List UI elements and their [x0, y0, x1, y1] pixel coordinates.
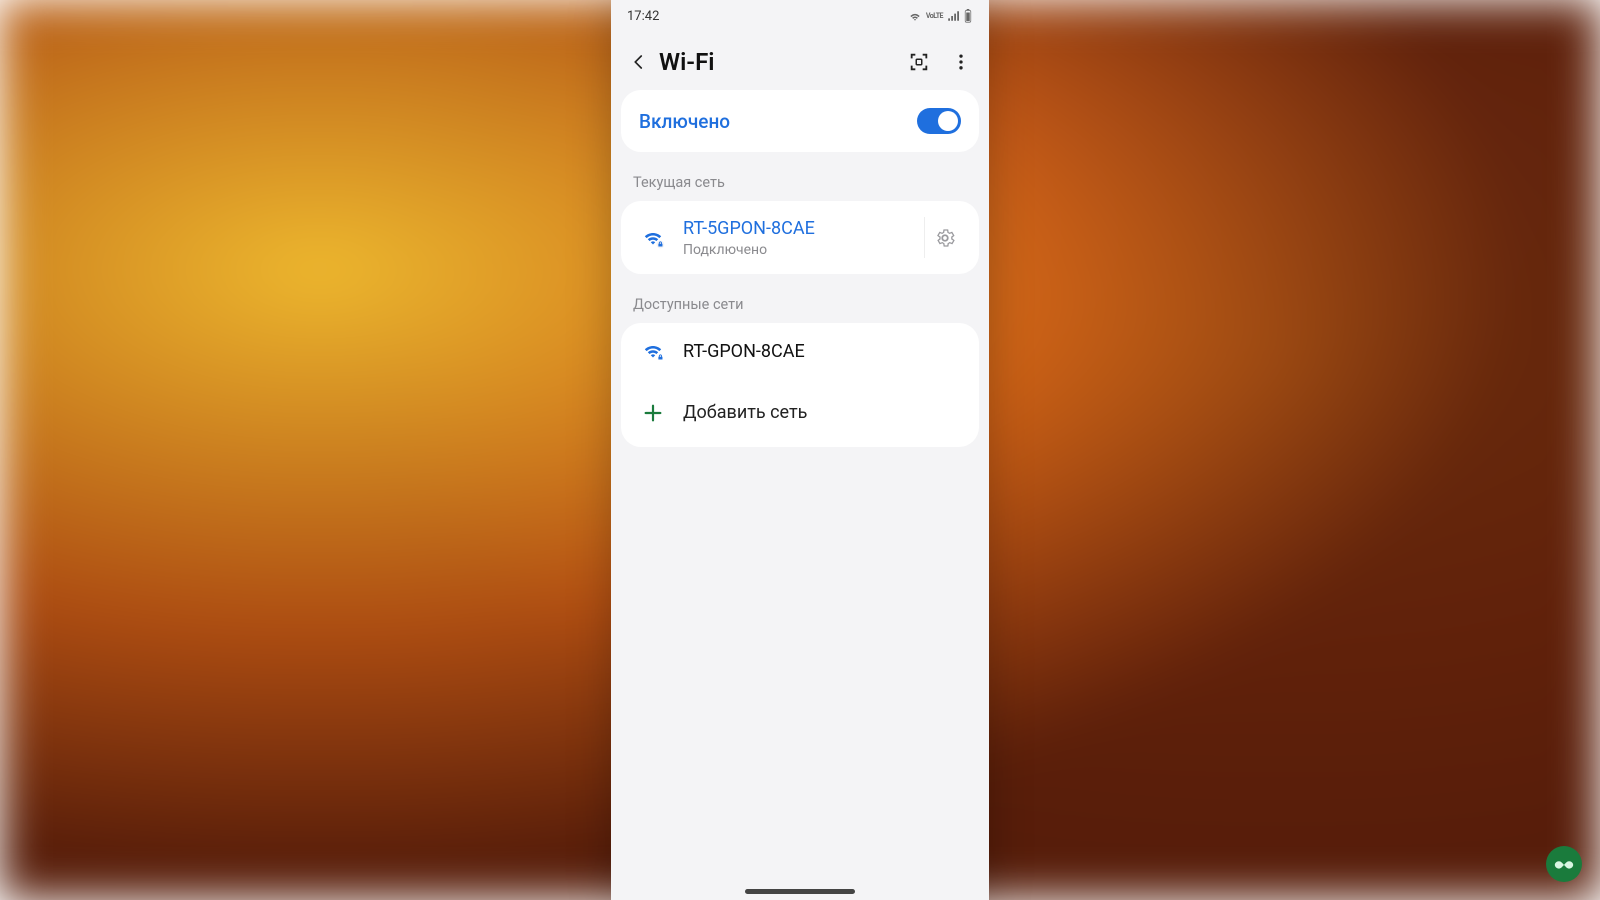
wifi-toggle-label: Включено	[639, 110, 730, 133]
available-network-ssid: RT-GPON-8CAE	[683, 340, 965, 363]
header: Wi-Fi	[611, 30, 989, 90]
wifi-secure-icon	[635, 339, 671, 363]
battery-status-icon	[963, 9, 973, 23]
qr-scan-button[interactable]	[907, 50, 931, 74]
page-title: Wi-Fi	[659, 48, 907, 76]
status-indicators: VoLTE	[908, 9, 973, 23]
gear-icon	[934, 227, 956, 249]
plus-icon	[635, 402, 671, 424]
current-network-card: RT-5GPON-8CAE Подключено	[621, 201, 979, 274]
wifi-status-icon	[908, 10, 922, 22]
more-options-button[interactable]	[949, 50, 973, 74]
network-settings-button[interactable]	[924, 217, 965, 258]
wifi-toggle-switch[interactable]	[917, 108, 961, 134]
signal-status-icon	[947, 10, 959, 22]
more-vertical-icon	[951, 52, 971, 72]
add-network-label: Добавить сеть	[683, 401, 965, 424]
status-bar: 17:42 VoLTE	[611, 0, 989, 30]
status-time: 17:42	[627, 9, 659, 24]
current-network-section-label: Текущая сеть	[633, 174, 967, 191]
available-networks-card: RT-GPON-8CAE Добавить сеть	[621, 323, 979, 446]
available-networks-section-label: Доступные сети	[633, 296, 967, 313]
chevron-left-icon	[630, 53, 648, 71]
gesture-bar[interactable]	[745, 889, 855, 894]
add-network-row[interactable]: Добавить сеть	[621, 379, 979, 446]
current-network-row[interactable]: RT-5GPON-8CAE Подключено	[621, 201, 979, 274]
available-network-row[interactable]: RT-GPON-8CAE	[621, 323, 979, 379]
floating-app-badge[interactable]	[1546, 846, 1582, 882]
current-network-ssid: RT-5GPON-8CAE	[683, 217, 924, 240]
infinity-icon	[1553, 853, 1575, 875]
phone-frame: 17:42 VoLTE Wi-Fi	[611, 0, 989, 900]
wifi-toggle-row[interactable]: Включено	[621, 90, 979, 152]
back-button[interactable]	[625, 48, 653, 76]
wifi-secure-icon	[635, 226, 671, 250]
qr-icon	[908, 51, 930, 73]
current-network-status: Подключено	[683, 242, 924, 258]
volte-status-icon: VoLTE	[926, 12, 943, 20]
